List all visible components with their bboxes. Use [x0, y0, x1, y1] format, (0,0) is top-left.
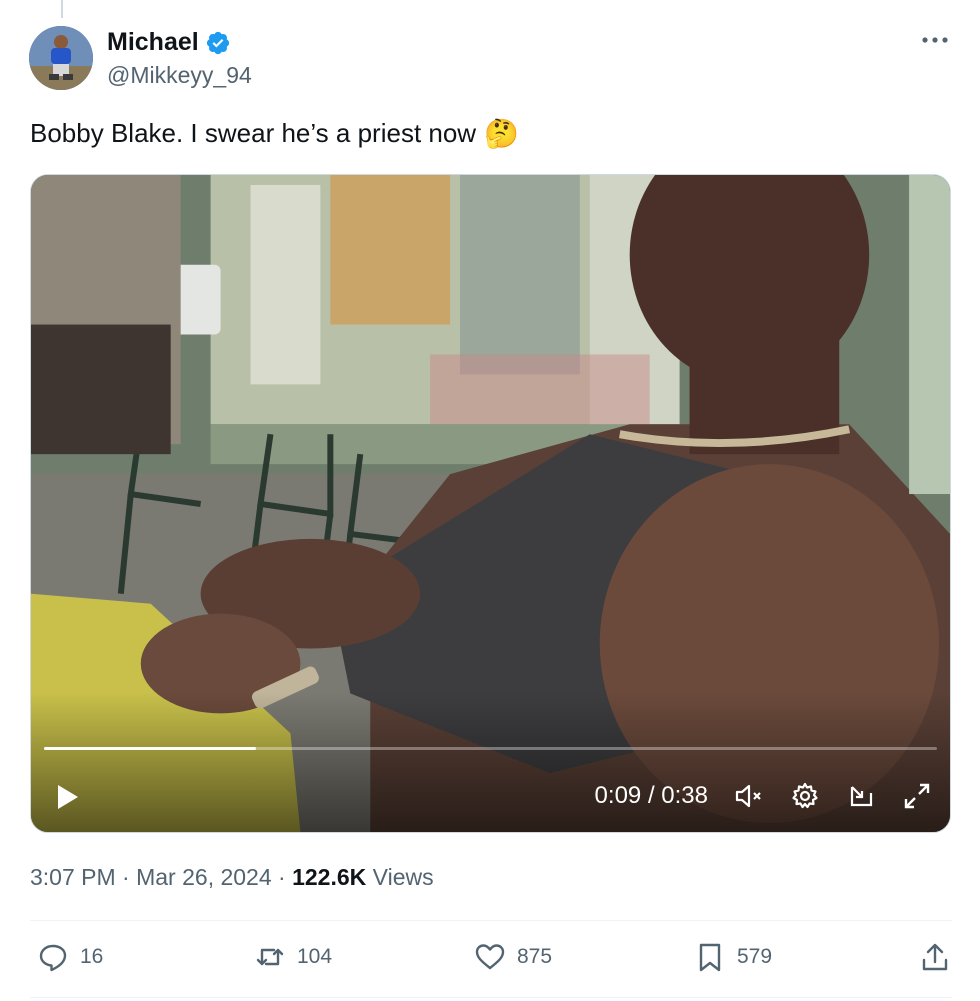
- repost-button[interactable]: 104: [253, 940, 332, 974]
- verified-badge-icon: [205, 30, 231, 56]
- video-duration: 0:38: [661, 782, 708, 809]
- video-progress-bar[interactable]: [44, 747, 937, 750]
- divider: [30, 997, 952, 998]
- like-button[interactable]: 875: [473, 940, 552, 974]
- tweet-text-body: Bobby Blake. I swear he’s a priest now: [30, 118, 477, 148]
- play-icon[interactable]: [51, 781, 83, 813]
- bookmark-count: 579: [737, 945, 773, 968]
- more-icon[interactable]: [920, 30, 950, 50]
- tweet-time[interactable]: 3:07 PM: [30, 864, 116, 890]
- meta-separator: ·: [278, 864, 286, 890]
- views-label: Views: [372, 864, 434, 890]
- share-button[interactable]: [918, 940, 952, 974]
- gear-icon[interactable]: [788, 779, 822, 813]
- bookmark-icon: [693, 940, 727, 974]
- bookmark-button[interactable]: 579: [693, 940, 772, 974]
- thread-connector: [61, 0, 63, 18]
- share-icon: [918, 940, 952, 974]
- reply-button[interactable]: 16: [36, 940, 103, 974]
- tweet-date[interactable]: Mar 26, 2024: [136, 864, 272, 890]
- author-handle[interactable]: @Mikkeyy_94: [107, 62, 252, 89]
- tweet-actions-bar: 16 104 875 579: [30, 940, 952, 980]
- heart-icon: [473, 940, 507, 974]
- video-time: 0:09 / 0:38: [595, 782, 708, 810]
- fullscreen-icon[interactable]: [900, 779, 934, 813]
- divider: [30, 920, 952, 921]
- volume-muted-icon[interactable]: [732, 779, 766, 813]
- video-player[interactable]: 0:09 / 0:38: [30, 174, 951, 833]
- video-current-time: 0:09: [594, 782, 642, 809]
- picture-in-picture-icon[interactable]: [844, 779, 878, 813]
- views-count: 122.6K: [292, 864, 367, 890]
- repost-count: 104: [297, 945, 333, 968]
- like-count: 875: [517, 945, 553, 968]
- thinking-face-emoji: 🤔: [484, 117, 519, 149]
- author-display-name[interactable]: Michael: [107, 28, 199, 57]
- repost-icon: [253, 940, 287, 974]
- avatar-image: [29, 26, 93, 90]
- avatar[interactable]: [29, 26, 93, 90]
- video-progress-fill: [44, 747, 256, 750]
- reply-count: 16: [80, 945, 104, 968]
- meta-separator: ·: [122, 864, 130, 890]
- reply-icon: [36, 940, 70, 974]
- tweet-text: Bobby Blake. I swear he’s a priest now 🤔: [30, 118, 519, 149]
- video-time-separator: /: [647, 782, 655, 809]
- tweet-metadata: 3:07 PM · Mar 26, 2024 · 122.6K Views: [30, 864, 434, 891]
